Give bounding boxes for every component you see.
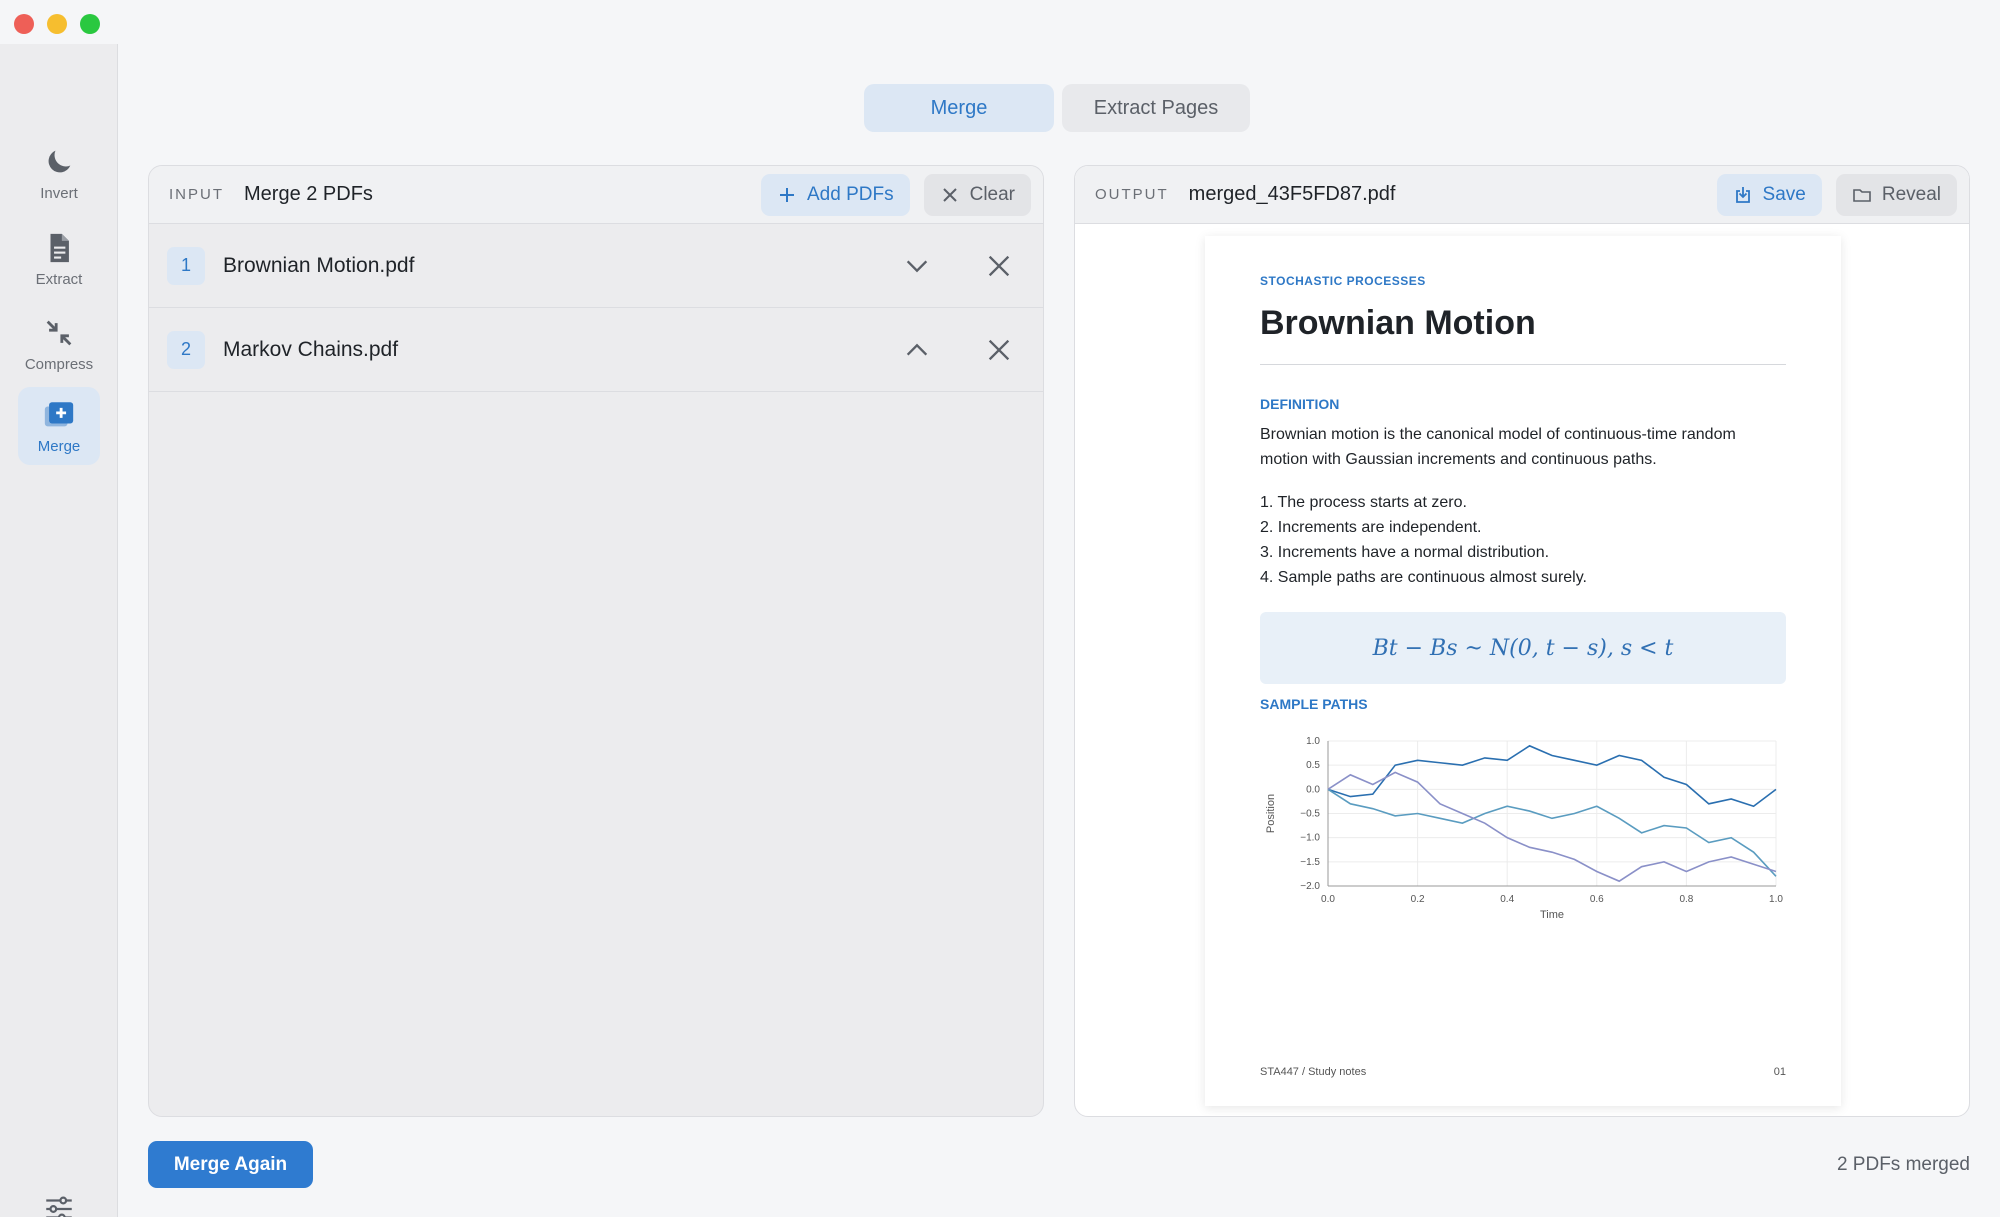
x-tick-label: 1.0 [1769, 894, 1783, 905]
minimize-window-button[interactable] [47, 14, 67, 34]
list-item: 2. Increments are independent. [1260, 519, 1482, 536]
doc-formula: Bt − Bs ~ N(0, t − s), s < t [1260, 612, 1786, 684]
output-tag: OUTPUT [1095, 186, 1169, 203]
file-name: Markov Chains.pdf [223, 337, 399, 361]
sidebar-item-extract[interactable]: Extract [18, 220, 100, 298]
x-tick-label: 0.4 [1500, 894, 1514, 905]
add-pdfs-label: Add PDFs [807, 183, 894, 205]
input-title: Merge 2 PDFs [244, 183, 373, 205]
y-tick-label: 0.5 [1306, 760, 1320, 771]
save-label: Save [1762, 183, 1806, 205]
save-button[interactable]: Save [1716, 173, 1822, 216]
sidebar: Invert Extract Compress Merge [0, 44, 118, 1217]
doc-kicker: STOCHASTIC PROCESSES [1260, 274, 1426, 288]
input-panel: INPUT Merge 2 PDFs Add PDFs Clear 1 Brow… [148, 165, 1044, 1117]
doc-definition-text: Brownian motion is the canonical model o… [1260, 426, 1736, 468]
settings-sliders-icon[interactable] [42, 1192, 76, 1217]
file-index: 1 [167, 246, 205, 285]
pdf-preview-page: STOCHASTIC PROCESSES Brownian Motion DEF… [1205, 236, 1841, 1106]
sidebar-item-compress[interactable]: Compress [18, 305, 100, 383]
sidebar-item-merge[interactable]: Merge [18, 387, 100, 465]
file-row[interactable]: 1 Brownian Motion.pdf [149, 224, 1043, 308]
remove-file-icon[interactable] [985, 336, 1013, 364]
series-line [1327, 788, 1777, 877]
sidebar-item-label: Extract [35, 270, 83, 288]
output-panel: OUTPUT merged_43F5FD87.pdf Save Reveal S… [1074, 165, 1970, 1117]
merge-again-button[interactable]: Merge Again [148, 1141, 313, 1188]
x-tick-label: 0.8 [1679, 894, 1693, 905]
y-tick-label: −1.5 [1300, 857, 1320, 868]
close-icon [942, 187, 957, 202]
chevron-down-icon[interactable] [903, 252, 931, 280]
moon-icon [48, 150, 71, 172]
mode-tabs: Merge Extract Pages [864, 84, 1250, 132]
tab-merge[interactable]: Merge [864, 84, 1054, 132]
save-download-icon [1735, 186, 1750, 203]
document-icon [50, 233, 69, 262]
output-panel-header: OUTPUT merged_43F5FD87.pdf Save Reveal [1075, 166, 1969, 224]
y-tick-label: 0.0 [1306, 784, 1320, 795]
x-tick-label: 0.6 [1590, 894, 1604, 905]
y-tick-label: −2.0 [1300, 881, 1320, 892]
list-item: 1. The process starts at zero. [1260, 494, 1467, 511]
app-window: Invert Extract Compress Merge Merge Extr… [0, 0, 2000, 1217]
list-item: 4. Sample paths are continuous almost su… [1260, 569, 1587, 586]
x-axis-label: Time [1540, 909, 1564, 921]
file-row[interactable]: 2 Markov Chains.pdf [149, 308, 1043, 392]
doc-sample-heading: SAMPLE PATHS [1260, 696, 1368, 712]
file-name: Brownian Motion.pdf [223, 253, 415, 277]
file-index: 2 [167, 330, 205, 369]
close-window-button[interactable] [14, 14, 34, 34]
series-line [1327, 744, 1777, 808]
zoom-window-button[interactable] [80, 14, 100, 34]
window-controls [14, 14, 100, 34]
doc-property-list: 1. The process starts at zero. 2. Increm… [1260, 490, 1587, 590]
clear-label: Clear [969, 183, 1015, 205]
doc-footer-right: 01 [1773, 1066, 1786, 1078]
sidebar-item-label: Merge [37, 437, 81, 455]
tab-extract-pages[interactable]: Extract Pages [1062, 84, 1250, 132]
y-tick-label: −0.5 [1300, 809, 1320, 820]
y-tick-label: 1.0 [1306, 736, 1320, 747]
reveal-button[interactable]: Reveal [1835, 173, 1957, 216]
output-filename: merged_43F5FD87.pdf [1188, 183, 1396, 205]
x-tick-label: 0.2 [1411, 894, 1425, 905]
sidebar-item-invert[interactable]: Invert [18, 134, 100, 212]
clear-button[interactable]: Clear [923, 173, 1031, 216]
x-tick-label: 0.0 [1321, 894, 1335, 905]
chevron-up-icon[interactable] [903, 336, 931, 364]
sidebar-item-label: Invert [40, 184, 78, 202]
doc-footer-left: STA447 / Study notes [1260, 1066, 1367, 1078]
status-text: 2 PDFs merged [1836, 1154, 1970, 1175]
y-tick-label: −1.0 [1300, 833, 1320, 844]
plus-icon [780, 187, 794, 202]
reveal-label: Reveal [1881, 183, 1941, 205]
compress-arrows-icon [46, 320, 72, 345]
doc-divider [1260, 364, 1786, 365]
folder-icon [1853, 188, 1871, 202]
doc-title: Brownian Motion [1260, 304, 1536, 342]
add-pdfs-button[interactable]: Add PDFs [761, 173, 910, 216]
doc-definition-heading: DEFINITION [1260, 396, 1340, 412]
sample-paths-chart: 1.00.50.0−0.5−1.0−1.5−2.00.0 0.2 0.4 0.6 0.8… [1265, 736, 1783, 921]
input-panel-header: INPUT Merge 2 PDFs Add PDFs Clear [149, 166, 1043, 224]
y-axis-label: Position [1265, 794, 1277, 833]
list-item: 3. Increments have a normal distribution… [1260, 544, 1550, 561]
input-tag: INPUT [169, 186, 224, 203]
series-line [1327, 771, 1777, 883]
sidebar-item-label: Compress [24, 355, 94, 373]
merge-stack-icon [44, 401, 74, 426]
remove-file-icon[interactable] [985, 252, 1013, 280]
